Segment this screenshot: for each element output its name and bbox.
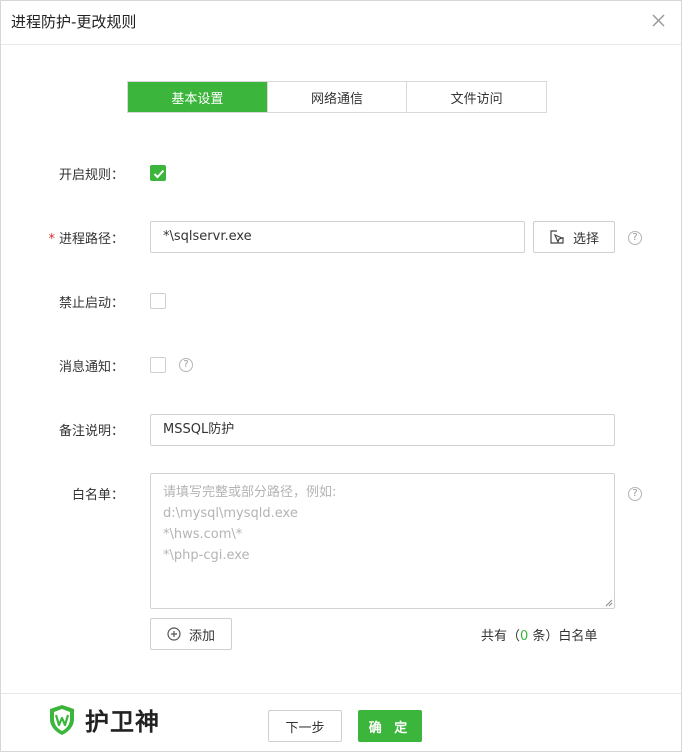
- notify-checkbox[interactable]: [150, 357, 166, 373]
- count-prefix: 共有（: [481, 629, 521, 644]
- forbid-start-label: 禁止启动：: [58, 296, 124, 311]
- whitelist-label: 白名单：: [71, 488, 124, 503]
- rule-dialog: 进程防护-更改规则 基本设置 网络通信 文件访问 开启规则： * 进程路径： *\…: [0, 0, 682, 752]
- required-mark: *: [48, 232, 55, 247]
- whitelist-count: 共有（0 条）白名单: [481, 625, 597, 644]
- tab-file-access[interactable]: 文件访问: [406, 82, 547, 112]
- remark-input[interactable]: MSSQL防护: [150, 414, 615, 446]
- count-suffix: 条）白名单: [528, 629, 598, 644]
- process-path-help-icon[interactable]: ?: [628, 231, 642, 245]
- brand-logo: 护卫神: [47, 702, 160, 737]
- process-path-label: * 进程路径：: [4, 228, 124, 247]
- whitelist-placeholder-line: d:\mysql\mysqld.exe: [163, 506, 298, 521]
- add-button-label: 添加: [188, 628, 215, 644]
- dialog-title: 进程防护-更改规则: [11, 13, 137, 31]
- check-icon: [153, 169, 165, 179]
- next-step-button[interactable]: 下一步: [268, 710, 342, 742]
- enable-rule-checkbox[interactable]: [150, 165, 166, 181]
- resize-grip-icon[interactable]: [605, 599, 613, 607]
- whitelist-placeholder-line: *\hws.com\*: [163, 527, 243, 542]
- tab-network[interactable]: 网络通信: [266, 82, 407, 112]
- process-path-input[interactable]: *\sqlservr.exe: [150, 221, 525, 253]
- brand-name: 护卫神: [85, 708, 160, 736]
- whitelist-placeholder-line: 请填写完整或部分路径，例如:: [163, 485, 337, 500]
- whitelist-help-icon[interactable]: ?: [628, 487, 642, 501]
- tab-bar: 基本设置 网络通信 文件访问: [127, 81, 547, 113]
- enable-rule-label: 开启规则：: [58, 168, 124, 183]
- add-whitelist-button[interactable]: 添加: [150, 618, 232, 650]
- cursor-select-icon: [550, 230, 564, 244]
- plus-circle-icon: [167, 627, 181, 641]
- shield-w-logo: [50, 704, 74, 735]
- select-button-label: 选择: [572, 231, 599, 247]
- close-icon[interactable]: [649, 11, 669, 31]
- dialog-header: 进程防护-更改规则: [1, 1, 681, 45]
- select-button[interactable]: 选择: [533, 221, 615, 253]
- process-path-label-text: 进程路径：: [58, 232, 124, 247]
- tab-basic-settings[interactable]: 基本设置: [128, 82, 267, 112]
- confirm-button[interactable]: 确 定: [358, 710, 422, 742]
- whitelist-placeholder-line: *\php-cgi.exe: [163, 548, 250, 563]
- remark-label: 备注说明：: [58, 424, 124, 439]
- notify-help-icon[interactable]: ?: [179, 358, 193, 372]
- forbid-start-checkbox[interactable]: [150, 293, 166, 309]
- whitelist-textarea[interactable]: 请填写完整或部分路径，例如: d:\mysql\mysqld.exe *\hws…: [150, 473, 615, 609]
- notify-label: 消息通知：: [58, 360, 124, 375]
